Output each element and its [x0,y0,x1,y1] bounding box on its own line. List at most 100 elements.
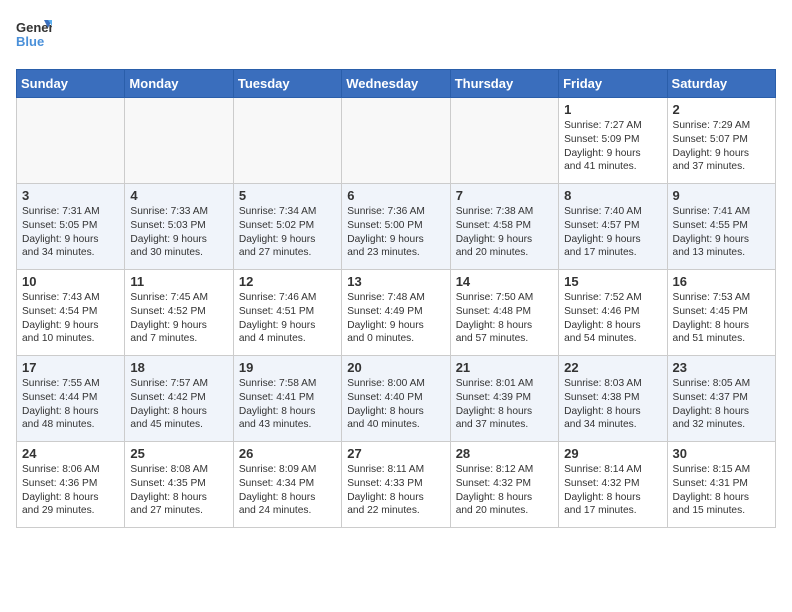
day-number: 8 [564,188,661,203]
weekday-header: Thursday [450,70,558,98]
cell-details: Sunrise: 7:38 AM Sunset: 4:58 PM Dayligh… [456,205,553,260]
calendar-cell: 7 Sunrise: 7:38 AM Sunset: 4:58 PM Daylig… [450,184,558,270]
calendar-cell: 13 Sunrise: 7:48 AM Sunset: 4:49 PM Dayli… [342,270,450,356]
day-number: 4 [130,188,227,203]
calendar-cell: 27 Sunrise: 8:11 AM Sunset: 4:33 PM Dayli… [342,442,450,528]
calendar-cell [17,98,125,184]
weekday-header: Friday [559,70,667,98]
day-number: 2 [673,102,770,117]
day-number: 6 [347,188,444,203]
logo: General Blue [16,16,52,57]
calendar-cell: 1 Sunrise: 7:27 AM Sunset: 5:09 PM Daylig… [559,98,667,184]
cell-details: Sunrise: 7:58 AM Sunset: 4:41 PM Dayligh… [239,377,336,432]
day-number: 29 [564,446,661,461]
weekday-header: Sunday [17,70,125,98]
weekday-header: Monday [125,70,233,98]
calendar-cell: 8 Sunrise: 7:40 AM Sunset: 4:57 PM Daylig… [559,184,667,270]
cell-details: Sunrise: 7:57 AM Sunset: 4:42 PM Dayligh… [130,377,227,432]
cell-details: Sunrise: 7:36 AM Sunset: 5:00 PM Dayligh… [347,205,444,260]
day-number: 1 [564,102,661,117]
calendar-cell: 19 Sunrise: 7:58 AM Sunset: 4:41 PM Dayli… [233,356,341,442]
cell-details: Sunrise: 7:34 AM Sunset: 5:02 PM Dayligh… [239,205,336,260]
cell-details: Sunrise: 7:45 AM Sunset: 4:52 PM Dayligh… [130,291,227,346]
weekday-header: Tuesday [233,70,341,98]
day-number: 26 [239,446,336,461]
calendar-cell: 18 Sunrise: 7:57 AM Sunset: 4:42 PM Dayli… [125,356,233,442]
calendar-cell: 21 Sunrise: 8:01 AM Sunset: 4:39 PM Dayli… [450,356,558,442]
calendar-cell: 3Sunrise: 7:31 AM Sunset: 5:05 PM Daylig… [17,184,125,270]
calendar-cell: 10 Sunrise: 7:43 AM Sunset: 4:54 PM Dayli… [17,270,125,356]
cell-details: Sunrise: 8:00 AM Sunset: 4:40 PM Dayligh… [347,377,444,432]
day-number: 13 [347,274,444,289]
cell-details: Sunrise: 7:40 AM Sunset: 4:57 PM Dayligh… [564,205,661,260]
cell-details: Sunrise: 8:12 AM Sunset: 4:32 PM Dayligh… [456,463,553,518]
calendar-cell: 25 Sunrise: 8:08 AM Sunset: 4:35 PM Dayli… [125,442,233,528]
day-number: 17 [22,360,119,375]
day-number: 9 [673,188,770,203]
day-number: 19 [239,360,336,375]
cell-details: Sunrise: 8:08 AM Sunset: 4:35 PM Dayligh… [130,463,227,518]
cell-details: Sunrise: 7:55 AM Sunset: 4:44 PM Dayligh… [22,377,119,432]
cell-details: Sunrise: 7:41 AM Sunset: 4:55 PM Dayligh… [673,205,770,260]
calendar-cell: 15 Sunrise: 7:52 AM Sunset: 4:46 PM Dayli… [559,270,667,356]
day-number: 12 [239,274,336,289]
cell-details: Sunrise: 7:33 AM Sunset: 5:03 PM Dayligh… [130,205,227,260]
cell-details: Sunrise: 7:31 AM Sunset: 5:05 PM Dayligh… [22,205,119,260]
day-number: 28 [456,446,553,461]
calendar-table: SundayMondayTuesdayWednesdayThursdayFrid… [16,69,776,528]
cell-details: Sunrise: 7:46 AM Sunset: 4:51 PM Dayligh… [239,291,336,346]
calendar-cell: 6 Sunrise: 7:36 AM Sunset: 5:00 PM Daylig… [342,184,450,270]
cell-details: Sunrise: 8:05 AM Sunset: 4:37 PM Dayligh… [673,377,770,432]
day-number: 24 [22,446,119,461]
calendar-cell: 26 Sunrise: 8:09 AM Sunset: 4:34 PM Dayli… [233,442,341,528]
cell-details: Sunrise: 8:11 AM Sunset: 4:33 PM Dayligh… [347,463,444,518]
calendar-cell [125,98,233,184]
day-number: 27 [347,446,444,461]
day-number: 10 [22,274,119,289]
day-number: 11 [130,274,227,289]
day-number: 21 [456,360,553,375]
cell-details: Sunrise: 7:43 AM Sunset: 4:54 PM Dayligh… [22,291,119,346]
calendar-cell: 11 Sunrise: 7:45 AM Sunset: 4:52 PM Dayli… [125,270,233,356]
page-header: General Blue [16,16,776,57]
calendar-cell: 16 Sunrise: 7:53 AM Sunset: 4:45 PM Dayli… [667,270,775,356]
cell-details: Sunrise: 7:27 AM Sunset: 5:09 PM Dayligh… [564,119,661,174]
svg-text:Blue: Blue [16,34,44,49]
day-number: 7 [456,188,553,203]
cell-details: Sunrise: 7:53 AM Sunset: 4:45 PM Dayligh… [673,291,770,346]
calendar-cell: 12 Sunrise: 7:46 AM Sunset: 4:51 PM Dayli… [233,270,341,356]
calendar-cell: 17 Sunrise: 7:55 AM Sunset: 4:44 PM Dayli… [17,356,125,442]
day-number: 23 [673,360,770,375]
logo-icon: General Blue [16,16,52,57]
cell-details: Sunrise: 8:14 AM Sunset: 4:32 PM Dayligh… [564,463,661,518]
cell-details: Sunrise: 7:50 AM Sunset: 4:48 PM Dayligh… [456,291,553,346]
day-number: 15 [564,274,661,289]
calendar-cell [450,98,558,184]
day-number: 18 [130,360,227,375]
calendar-cell: 23 Sunrise: 8:05 AM Sunset: 4:37 PM Dayli… [667,356,775,442]
weekday-header: Wednesday [342,70,450,98]
day-number: 30 [673,446,770,461]
calendar-cell: 28 Sunrise: 8:12 AM Sunset: 4:32 PM Dayli… [450,442,558,528]
cell-details: Sunrise: 7:52 AM Sunset: 4:46 PM Dayligh… [564,291,661,346]
day-number: 22 [564,360,661,375]
cell-details: Sunrise: 8:15 AM Sunset: 4:31 PM Dayligh… [673,463,770,518]
calendar-cell: 4 Sunrise: 7:33 AM Sunset: 5:03 PM Daylig… [125,184,233,270]
cell-details: Sunrise: 8:09 AM Sunset: 4:34 PM Dayligh… [239,463,336,518]
cell-details: Sunrise: 7:29 AM Sunset: 5:07 PM Dayligh… [673,119,770,174]
day-number: 25 [130,446,227,461]
cell-details: Sunrise: 8:03 AM Sunset: 4:38 PM Dayligh… [564,377,661,432]
calendar-cell: 20 Sunrise: 8:00 AM Sunset: 4:40 PM Dayli… [342,356,450,442]
calendar-cell: 30 Sunrise: 8:15 AM Sunset: 4:31 PM Dayli… [667,442,775,528]
cell-details: Sunrise: 7:48 AM Sunset: 4:49 PM Dayligh… [347,291,444,346]
calendar-cell: 29 Sunrise: 8:14 AM Sunset: 4:32 PM Dayli… [559,442,667,528]
cell-details: Sunrise: 8:06 AM Sunset: 4:36 PM Dayligh… [22,463,119,518]
weekday-header: Saturday [667,70,775,98]
calendar-cell: 14Sunrise: 7:50 AM Sunset: 4:48 PM Dayli… [450,270,558,356]
day-number: 20 [347,360,444,375]
day-number: 5 [239,188,336,203]
cell-details: Sunrise: 8:01 AM Sunset: 4:39 PM Dayligh… [456,377,553,432]
calendar-cell: 5 Sunrise: 7:34 AM Sunset: 5:02 PM Daylig… [233,184,341,270]
calendar-cell: 22 Sunrise: 8:03 AM Sunset: 4:38 PM Dayli… [559,356,667,442]
day-number: 16 [673,274,770,289]
